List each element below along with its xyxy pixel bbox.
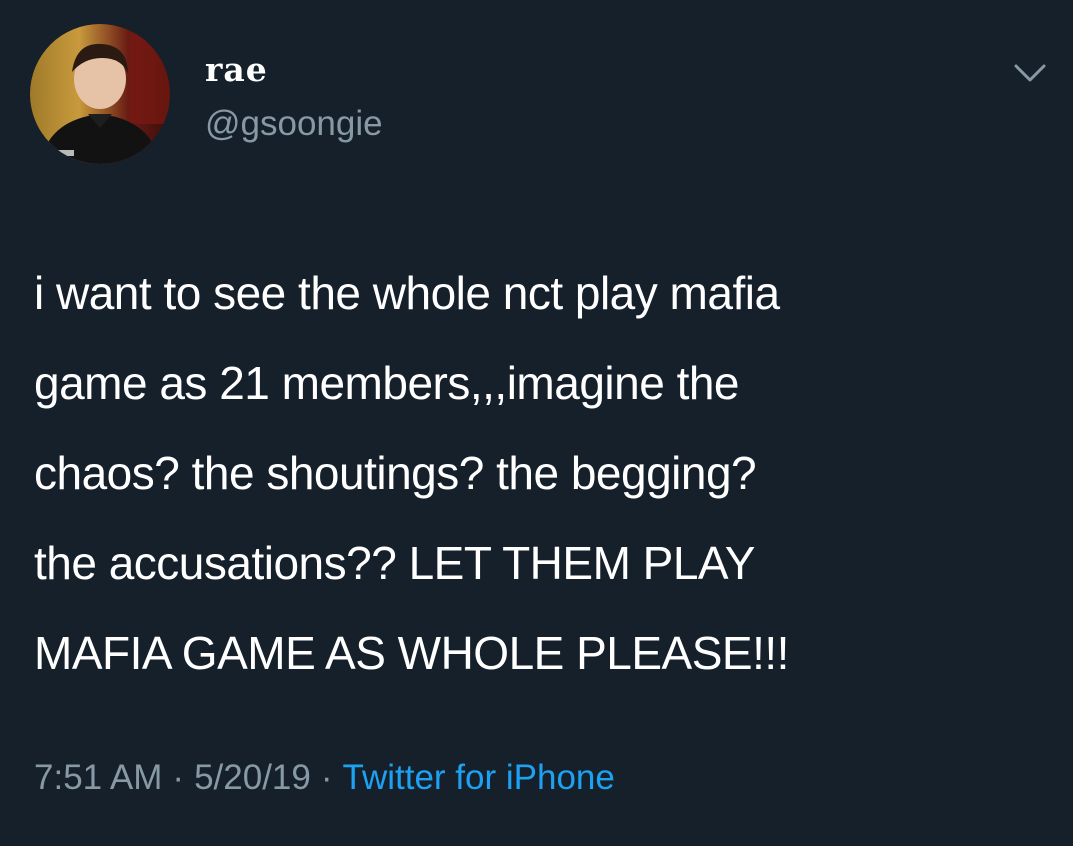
tweet-text: i want to see the whole nct play mafia g…: [34, 248, 1044, 698]
tweet-source-link[interactable]: Twitter for iPhone: [343, 758, 615, 797]
tweet-time[interactable]: 7:51 AM: [34, 758, 162, 797]
tweet-card: rae @gsoongie i want to see the whole nc…: [0, 0, 1073, 846]
tweet-text-line: the accusations?? LET THEM PLAY: [34, 537, 755, 589]
tweet-date[interactable]: 5/20/19: [194, 758, 311, 797]
avatar-image: [30, 24, 170, 164]
tweet-text-line: chaos? the shoutings? the begging?: [34, 447, 757, 499]
tweet-text-line: MAFIA GAME AS WHOLE PLEASE!!!: [34, 627, 789, 679]
username-handle[interactable]: @gsoongie: [205, 102, 383, 146]
separator: ·: [172, 758, 185, 797]
display-name[interactable]: rae: [205, 48, 268, 92]
tweet-text-line: game as 21 members,,,imagine the: [34, 357, 740, 409]
chevron-down-icon[interactable]: [1010, 58, 1050, 88]
separator: ·: [320, 758, 333, 797]
tweet-metadata: 7:51 AM · 5/20/19 · Twitter for iPhone: [34, 752, 615, 804]
avatar[interactable]: [30, 24, 170, 164]
tweet-text-line: i want to see the whole nct play mafia: [34, 267, 780, 319]
